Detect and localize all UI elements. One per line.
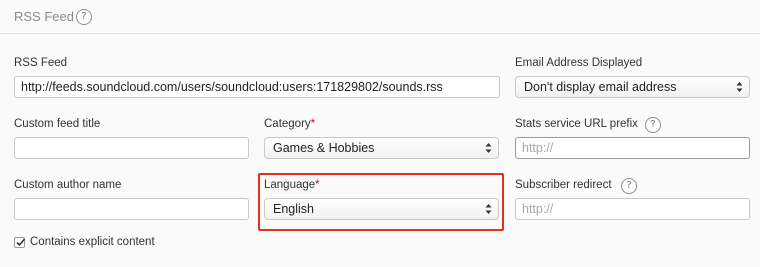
checkmark-icon: [16, 238, 26, 247]
subscriber-redirect-input[interactable]: http://: [515, 198, 750, 220]
category-label-text: Category: [264, 118, 311, 130]
language-select[interactable]: English: [264, 198, 499, 220]
email-displayed-value: Don't display email address: [524, 80, 677, 94]
stats-prefix-input[interactable]: http://: [515, 137, 750, 159]
category-select[interactable]: Games & Hobbies: [264, 137, 499, 159]
category-label: Category*: [264, 118, 315, 130]
explicit-checkbox[interactable]: [14, 237, 26, 248]
rss-feed-label: RSS Feed: [14, 57, 68, 69]
email-displayed-label: Email Address Displayed: [515, 57, 643, 69]
stats-prefix-label: Stats service URL prefix: [515, 118, 638, 130]
up-down-chevron-icon: [485, 204, 492, 214]
language-value: English: [273, 202, 314, 216]
help-icon[interactable]: ?: [645, 117, 661, 133]
help-icon[interactable]: ?: [76, 9, 92, 25]
up-down-chevron-icon: [736, 82, 743, 92]
help-icon[interactable]: ?: [621, 178, 637, 194]
rss-feed-input[interactable]: http://feeds.soundcloud.com/users/soundc…: [14, 76, 500, 98]
custom-feed-title-label: Custom feed title: [14, 118, 101, 130]
required-mark: *: [315, 179, 320, 191]
custom-feed-title-input[interactable]: [14, 137, 249, 159]
section-header: RSS Feed ?: [0, 0, 760, 34]
subscriber-redirect-label: Subscriber redirect: [515, 179, 612, 191]
custom-author-label: Custom author name: [14, 179, 122, 191]
custom-author-input[interactable]: [14, 198, 249, 220]
category-value: Games & Hobbies: [273, 141, 375, 155]
explicit-label: Contains explicit content: [30, 236, 155, 248]
language-label: Language*: [264, 179, 320, 191]
email-displayed-select[interactable]: Don't display email address: [515, 76, 750, 98]
up-down-chevron-icon: [485, 143, 492, 153]
language-label-text: Language: [264, 179, 316, 191]
section-title: RSS Feed: [14, 9, 74, 24]
required-mark: *: [310, 118, 316, 130]
